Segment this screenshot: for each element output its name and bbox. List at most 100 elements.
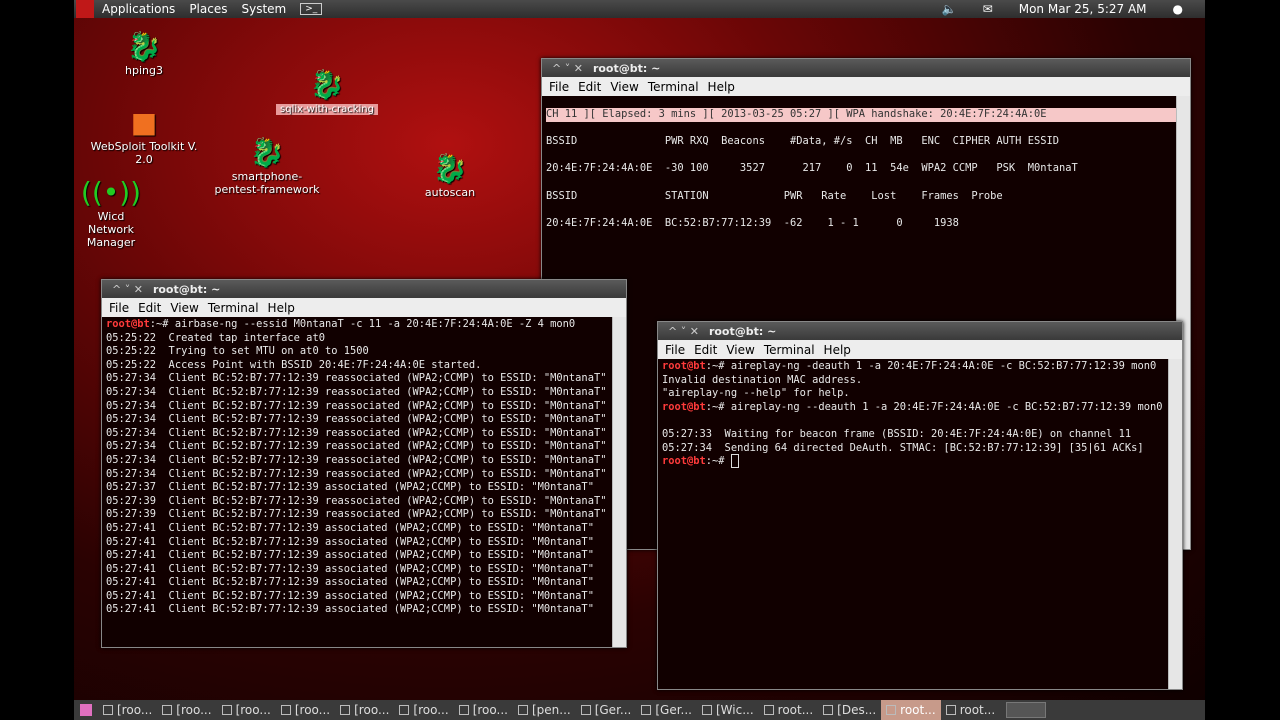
taskbar-item-label: [roo... [413,703,449,717]
menu-help[interactable]: Help [268,301,295,315]
window-icon [280,705,291,715]
menu-system[interactable]: System [241,2,286,16]
terminal-line: 20:4E:7F:24:4A:0E -30 100 3527 217 0 11 … [546,162,1078,175]
taskbar-item-label: [Wic... [715,703,754,717]
window-icon [641,705,652,715]
terminal-line: 05:27:37 Client BC:52:B7:77:12:39 associ… [106,481,594,494]
terminal-line: 05:27:34 Client BC:52:B7:77:12:39 reasso… [106,385,607,398]
mail-icon[interactable]: ✉ [983,2,993,16]
scrollbar[interactable] [1168,359,1182,689]
menu-view[interactable]: View [170,301,198,315]
desktop-icon-hping3[interactable]: 🐉 hping3 [114,30,174,77]
taskbar-item[interactable]: [Ger... [636,700,697,720]
taskbar-item-label: root... [900,703,936,717]
volume-icon[interactable]: 🔈 [942,2,957,16]
menu-view[interactable]: View [726,343,754,357]
menu-bar: File Edit View Terminal Help [102,298,626,317]
terminal-line: 05:27:34 Client BC:52:B7:77:12:39 reasso… [106,440,607,453]
taskbar: [roo... [roo... [roo... [roo... [roo... [roo.… [74,700,1205,720]
taskbar-item[interactable]: [roo... [157,700,216,720]
window-icon [162,705,173,715]
menu-terminal[interactable]: Terminal [764,343,815,357]
taskbar-item[interactable]: root... [881,700,941,720]
menu-edit[interactable]: Edit [578,80,601,94]
clock[interactable]: Mon Mar 25, 5:27 AM [1019,2,1147,16]
menu-edit[interactable]: Edit [138,301,161,315]
window-controls[interactable]: ^ ˅ ✕ [668,325,699,338]
taskbar-item[interactable]: [roo... [217,700,276,720]
terminal-output[interactable]: root@bt:~# aireplay-ng -deauth 1 -a 20:4… [658,359,1182,689]
menu-help[interactable]: Help [824,343,851,357]
terminal-window-aireplay: ^ ˅ ✕ root@bt: ~ File Edit View Terminal Help… [657,321,1183,690]
window-icon [517,705,528,715]
user-icon[interactable]: ● [1173,2,1183,16]
taskbar-item-label: [roo... [294,703,331,717]
terminal-line: 05:27:41 Client BC:52:B7:77:12:39 associ… [106,521,594,534]
window-icon [886,705,897,715]
taskbar-item-label: [roo... [354,703,390,717]
menu-help[interactable]: Help [708,80,735,94]
terminal-launcher-icon[interactable]: >_ [300,3,323,15]
desktop-icon-selected[interactable]: 🐉 sqlix-with-cracking [272,68,382,115]
terminal-line: 05:27:34 Client BC:52:B7:77:12:39 reasso… [106,372,607,385]
terminal-line: 05:27:34 Client BC:52:B7:77:12:39 reasso… [106,399,607,412]
menu-terminal[interactable]: Terminal [648,80,699,94]
taskbar-item[interactable]: root... [759,700,819,720]
backtrack-logo-icon [76,0,94,18]
taskbar-item[interactable]: root... [941,700,1001,720]
terminal-line: BSSID STATION PWR Rate Lost Frames Probe [546,189,1003,202]
scrollbar[interactable] [612,317,626,647]
window-icon [945,705,956,715]
terminal-output[interactable]: root@bt:~# airbase-ng --essid M0ntanaT -… [102,317,626,647]
taskbar-item-label: [roo... [472,703,508,717]
desktop-icon-spf[interactable]: 🐉 smartphone-pentest-framework [212,136,322,196]
dragon-icon: 🐉 [432,152,468,185]
terminal-line: 05:27:39 Client BC:52:B7:77:12:39 reasso… [106,494,607,507]
desktop-icon-websploit[interactable]: ■ WebSploit Toolkit V. 2.0 [90,106,198,166]
taskbar-item[interactable]: [roo... [394,700,453,720]
menu-file[interactable]: File [549,80,569,94]
taskbar-item[interactable]: [roo... [454,700,513,720]
workspace-switcher[interactable] [1006,702,1047,718]
menu-edit[interactable]: Edit [694,343,717,357]
terminal-line: 05:27:34 Client BC:52:B7:77:12:39 reasso… [106,467,607,480]
taskbar-item-label: [Des... [837,703,877,717]
taskbar-item-label: [roo... [235,703,271,717]
taskbar-item-label: root... [777,703,814,717]
show-desktop-icon[interactable] [80,704,92,716]
window-controls[interactable]: ^ ˅ ✕ [112,283,143,296]
window-icon [340,705,351,715]
window-icon [580,705,591,715]
window-controls[interactable]: ^ ˅ ✕ [552,62,583,75]
desktop-icon-wicd[interactable]: ((•)) Wicd Network Manager [74,176,148,249]
menu-view[interactable]: View [610,80,638,94]
terminal-line: 05:27:41 Client BC:52:B7:77:12:39 associ… [106,576,594,589]
dragon-icon: 🐉 [309,68,345,101]
menu-places[interactable]: Places [189,2,227,16]
taskbar-item[interactable]: [roo... [335,700,394,720]
window-title: root@bt: ~ [708,324,777,338]
taskbar-item-label: [Ger... [655,703,692,717]
top-panel: Applications Places System >_ 🔈 ✉ Mon Ma… [74,0,1205,18]
taskbar-item[interactable]: [Ger... [576,700,637,720]
window-icon [823,705,834,715]
desktop-icon-autoscan[interactable]: 🐉 autoscan [420,152,480,199]
terminal-line: CH 11 ][ Elapsed: 3 mins ][ 2013-03-25 0… [546,108,1186,122]
terminal-line: 05:25:22 Created tap interface at0 [106,331,325,344]
terminal-window-airbase: ^ ˅ ✕ root@bt: ~ File Edit View Terminal Help… [101,279,627,648]
taskbar-item-label: [Ger... [594,703,632,717]
taskbar-item[interactable]: [Des... [818,700,881,720]
menu-applications[interactable]: Applications [102,2,175,16]
menu-terminal[interactable]: Terminal [208,301,259,315]
taskbar-item[interactable]: [roo... [98,700,157,720]
taskbar-item[interactable]: [roo... [276,700,335,720]
taskbar-item[interactable]: [pen... [513,700,576,720]
menu-file[interactable]: File [109,301,129,315]
terminal-line: 05:27:41 Client BC:52:B7:77:12:39 associ… [106,535,594,548]
taskbar-item[interactable]: [Wic... [697,700,759,720]
menu-file[interactable]: File [665,343,685,357]
terminal-line: 05:25:22 Access Point with BSSID 20:4E:7… [106,358,482,371]
